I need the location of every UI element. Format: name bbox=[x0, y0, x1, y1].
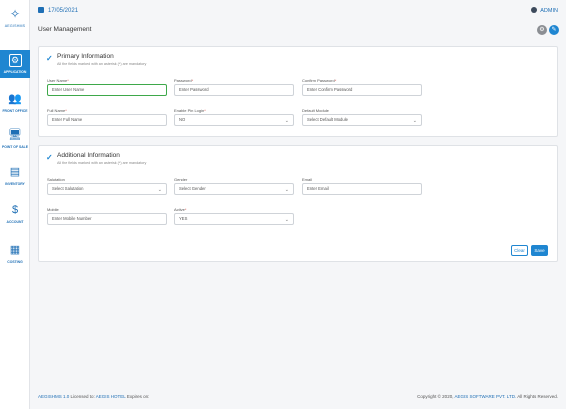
password-input[interactable]: Enter Password bbox=[174, 84, 294, 96]
sidebar-item-account[interactable]: $ ACCOUNT bbox=[0, 203, 30, 224]
people-icon: 👥 bbox=[8, 93, 22, 105]
license-info: AEGISHMS 1.0 Licensed to: AEGIS HOTEL Ex… bbox=[38, 394, 150, 399]
selected-value: Select Gender bbox=[179, 186, 206, 191]
selected-value: Select Default Module bbox=[307, 117, 348, 122]
sidebar-item-point-of-sale[interactable]: 🖥 POINT OF SALE bbox=[0, 128, 30, 149]
user-icon bbox=[531, 7, 538, 13]
sidebar-item-front-office[interactable]: 👥 FRONT OFFICE bbox=[0, 92, 30, 113]
store-icon: ▤ bbox=[9, 166, 21, 178]
copyright: Copyright © 2020, AEGIS SOFTWARE PVT. LT… bbox=[417, 394, 558, 399]
selected-value: NO bbox=[179, 117, 186, 122]
sidebar-item-inventory[interactable]: ▤ INVENTORY bbox=[0, 165, 30, 186]
app-logo[interactable]: ✧ AEGISHMS bbox=[0, 8, 30, 28]
date-text: 17/05/2021 bbox=[48, 8, 79, 14]
user-menu[interactable]: ADMIN bbox=[531, 7, 558, 14]
save-button[interactable]: Save bbox=[531, 245, 548, 256]
gender-select[interactable]: Select Gender ⌄ bbox=[174, 183, 294, 195]
gender-field: Gender Select Gender ⌄ bbox=[174, 177, 294, 195]
section-title: Additional Information bbox=[57, 152, 120, 159]
email-field: Email Enter Email bbox=[302, 177, 422, 195]
sidebar-item-label: INVENTORY bbox=[5, 182, 25, 186]
gear-window-icon: ⚙ bbox=[8, 54, 22, 67]
clear-button[interactable]: Clear bbox=[511, 245, 528, 256]
sidebar-item-costing[interactable]: ▦ COSTING bbox=[0, 243, 30, 264]
sidebar: ✧ AEGISHMS ⚙ APPLICATION 👥 FRONT OFFICE … bbox=[0, 0, 30, 409]
fullname-input[interactable]: Enter Full Name bbox=[47, 114, 167, 126]
licensee: AEGIS HOTEL bbox=[95, 394, 126, 399]
monitor-icon: 🖥 bbox=[8, 129, 22, 141]
password-field: Password* Enter Password bbox=[174, 78, 294, 96]
email-input[interactable]: Enter Email bbox=[302, 183, 422, 195]
sidebar-item-label: COSTING bbox=[7, 260, 23, 264]
chevron-down-icon: ⌄ bbox=[412, 118, 417, 124]
mobile-input[interactable]: Enter Mobile Number bbox=[47, 213, 167, 225]
sidebar-item-label: APPLICATION bbox=[3, 70, 27, 74]
edit-button[interactable]: ✎ bbox=[549, 25, 559, 35]
username-field: User Name* Enter User Name bbox=[47, 78, 167, 96]
product-version: AEGISHMS 1.0 bbox=[38, 394, 70, 399]
logo-text: AEGISHMS bbox=[4, 24, 26, 28]
primary-information-card: ✓ Primary Information All the fields mar… bbox=[38, 46, 558, 137]
sidebar-item-application[interactable]: ⚙ APPLICATION bbox=[0, 50, 30, 78]
pencil-icon: ✎ bbox=[551, 27, 557, 33]
default-module-select[interactable]: Select Default Module ⌄ bbox=[302, 114, 422, 126]
default-module-field: Default Module Select Default Module ⌄ bbox=[302, 108, 422, 126]
additional-information-card: ✓ Additional Information All the fields … bbox=[38, 145, 558, 262]
sidebar-item-label: POINT OF SALE bbox=[2, 145, 28, 149]
chevron-down-icon: ⌄ bbox=[284, 187, 289, 193]
active-select[interactable]: YES ⌄ bbox=[174, 213, 294, 225]
section-subtitle: All the fields marked with an asterisk (… bbox=[57, 62, 147, 66]
gear-icon: ⚙ bbox=[539, 27, 545, 33]
salutation-select[interactable]: Select Salutation ⌄ bbox=[47, 183, 167, 195]
company-name: AEGIS SOFTWARE PVT. LTD. bbox=[454, 394, 517, 399]
current-date: 17/05/2021 bbox=[38, 7, 78, 14]
sidebar-item-label: ACCOUNT bbox=[6, 220, 24, 224]
sidebar-item-label: FRONT OFFICE bbox=[2, 109, 28, 113]
mobile-field: Mobile Enter Mobile Number bbox=[47, 207, 167, 225]
top-bar: 17/05/2021 ADMIN bbox=[31, 0, 566, 20]
chevron-down-icon: ⌄ bbox=[157, 187, 162, 193]
calendar-icon bbox=[38, 7, 44, 13]
confirm-password-input[interactable]: Enter Confirm Password bbox=[302, 84, 422, 96]
chevron-down-icon: ⌄ bbox=[284, 118, 289, 124]
section-subtitle: All the fields marked with an asterisk (… bbox=[57, 161, 147, 165]
page-title: User Management bbox=[38, 26, 92, 33]
user-name: ADMIN bbox=[540, 8, 558, 14]
settings-button[interactable]: ⚙ bbox=[537, 25, 547, 35]
username-input[interactable]: Enter User Name bbox=[47, 84, 167, 96]
logo-icon: ✧ bbox=[9, 7, 21, 21]
fullname-field: Full Name* Enter Full Name bbox=[47, 108, 167, 126]
pin-login-select[interactable]: NO ⌄ bbox=[174, 114, 294, 126]
selected-value: YES bbox=[179, 216, 188, 221]
check-icon: ✓ bbox=[46, 153, 53, 162]
chevron-down-icon: ⌄ bbox=[284, 217, 289, 223]
confirm-password-field: Confirm Password* Enter Confirm Password bbox=[302, 78, 422, 96]
active-field: Active* YES ⌄ bbox=[174, 207, 294, 225]
selected-value: Select Salutation bbox=[52, 186, 84, 191]
calculator-icon: ▦ bbox=[9, 244, 21, 256]
salutation-field: Salutation Select Salutation ⌄ bbox=[47, 177, 167, 195]
check-icon: ✓ bbox=[46, 54, 53, 63]
section-title: Primary Information bbox=[57, 53, 114, 60]
dollar-icon: $ bbox=[11, 204, 19, 216]
pin-login-field: Enable Pin Login* NO ⌄ bbox=[174, 108, 294, 126]
